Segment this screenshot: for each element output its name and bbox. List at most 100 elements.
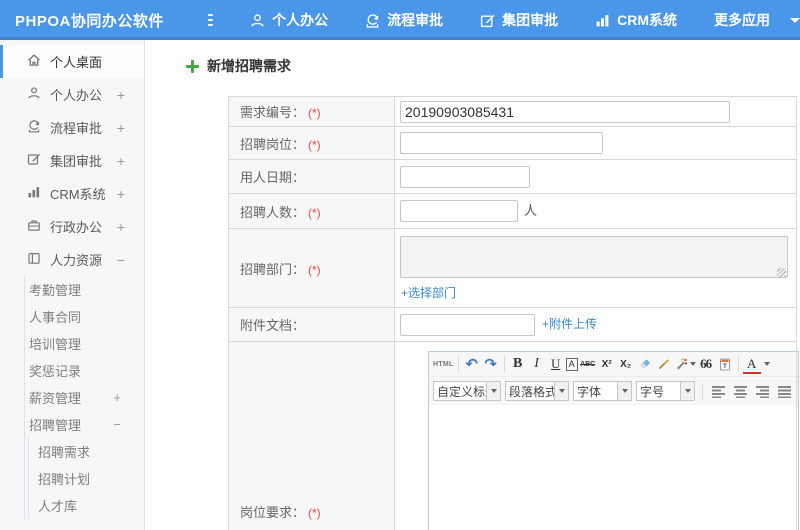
expand-minus[interactable]: − bbox=[117, 252, 125, 268]
html-source-button[interactable]: HTML bbox=[433, 355, 454, 374]
editor-toolbar-row2: 自定义标题 段落格式 字体 字号 bbox=[429, 377, 798, 405]
sidebar-item-recruit-mgmt[interactable]: 招聘管理 − bbox=[25, 411, 144, 438]
eraser-icon[interactable] bbox=[636, 355, 654, 374]
sidebar-item-hr-contract[interactable]: 人事合同 bbox=[25, 303, 144, 330]
blockquote-button[interactable]: 66 bbox=[697, 355, 715, 374]
highlight-pen-icon[interactable] bbox=[674, 355, 696, 374]
font-color-button[interactable]: A bbox=[742, 355, 761, 374]
subscript-button[interactable]: X₂ bbox=[617, 355, 635, 374]
attachment-upload-link[interactable]: +附件上传 bbox=[542, 317, 597, 331]
required-mark: (*) bbox=[308, 205, 321, 220]
nav-group-approval[interactable]: 集团审批 bbox=[480, 10, 558, 30]
expand-plus[interactable]: + bbox=[117, 219, 125, 235]
sidebar-item-human-resources[interactable]: 人力资源 − bbox=[0, 243, 144, 276]
field-label: 招聘人数： bbox=[240, 204, 306, 220]
caret-down-icon bbox=[554, 382, 568, 400]
caret-down-icon bbox=[486, 382, 500, 400]
sidebar-item-rewards[interactable]: 奖惩记录 bbox=[25, 357, 144, 384]
edit-icon bbox=[480, 13, 495, 28]
toolbar-divider bbox=[737, 356, 739, 372]
required-mark: (*) bbox=[308, 262, 321, 277]
caret-down-icon bbox=[689, 362, 696, 366]
align-center-icon[interactable] bbox=[732, 382, 750, 401]
field-label: 招聘部门： bbox=[240, 261, 306, 277]
field-label: 招聘岗位： bbox=[240, 136, 306, 152]
align-left-icon[interactable] bbox=[710, 382, 728, 401]
undo-icon[interactable]: ↶ bbox=[463, 355, 481, 374]
field-label: 用人日期： bbox=[240, 170, 306, 185]
history-icon bbox=[27, 119, 41, 136]
hr-submenu: 考勤管理 人事合同 培训管理 奖惩记录 薪资管理 + 招聘管理 − 招聘需求 招聘计… bbox=[24, 276, 144, 519]
sidebar-item-recruit-demand[interactable]: 招聘需求 bbox=[29, 438, 144, 465]
nav-workflow-approval[interactable]: 流程审批 bbox=[365, 10, 443, 30]
home-icon bbox=[27, 53, 41, 70]
headcount-input[interactable] bbox=[400, 200, 518, 223]
paragraph-format-select[interactable]: 段落格式 bbox=[505, 381, 569, 401]
sidebar-item-recruit-plan[interactable]: 招聘计划 bbox=[29, 465, 144, 492]
expand-plus[interactable]: + bbox=[117, 186, 125, 202]
expand-plus[interactable]: + bbox=[117, 153, 125, 169]
expand-plus[interactable]: + bbox=[117, 120, 125, 136]
history-icon bbox=[365, 13, 380, 28]
department-textarea-wrap bbox=[400, 236, 788, 281]
sidebar-item-salary[interactable]: 薪资管理 + bbox=[25, 384, 144, 411]
form-row-hire-date: 用人日期： bbox=[228, 159, 797, 194]
sidebar-item-admin-office[interactable]: 行政办公 + bbox=[0, 210, 144, 243]
required-mark: (*) bbox=[308, 506, 321, 520]
editor-toolbar-row1: HTML ↶ ↷ B I U A ABC X² X₂ 66 T A bbox=[429, 352, 798, 377]
main-content: 新增招聘需求 需求编号：(*) 招聘岗位：(*) 用人日期： 招聘人数：(*) … bbox=[146, 40, 800, 530]
sidebar-item-personal-office[interactable]: 个人办公 + bbox=[0, 78, 144, 111]
form-row-requirements: 岗位要求： (*) HTML ↶ ↷ B I U A ABC X² X₂ 66 … bbox=[228, 341, 799, 530]
strikethrough-button[interactable]: ABC bbox=[579, 355, 597, 374]
bold-button[interactable]: B bbox=[509, 355, 527, 374]
superscript-button[interactable]: X² bbox=[598, 355, 616, 374]
req-no-input[interactable] bbox=[400, 100, 730, 123]
sidebar-item-attendance[interactable]: 考勤管理 bbox=[25, 276, 144, 303]
form-row-position: 招聘岗位： (*) bbox=[228, 126, 797, 160]
sidebar-item-group-approval[interactable]: 集团审批 + bbox=[0, 144, 144, 177]
format-brush-icon[interactable] bbox=[655, 355, 673, 374]
select-department-link[interactable]: +选择部门 bbox=[401, 284, 796, 301]
expand-plus[interactable]: + bbox=[113, 390, 121, 405]
recruit-submenu: 招聘需求 招聘计划 人才库 bbox=[28, 438, 144, 519]
attachment-input[interactable] bbox=[400, 313, 535, 336]
nav-more-apps[interactable]: 更多应用 bbox=[714, 10, 800, 30]
nav-personal-office[interactable]: 个人办公 bbox=[250, 10, 328, 30]
bar-chart-icon bbox=[27, 185, 41, 202]
caret-down-icon bbox=[617, 382, 632, 400]
custom-title-select[interactable]: 自定义标题 bbox=[433, 381, 501, 401]
form-row-req-no: 需求编号： (*) bbox=[228, 96, 797, 127]
font-border-button[interactable]: A bbox=[565, 357, 578, 371]
expand-minus[interactable]: − bbox=[113, 417, 121, 432]
add-icon bbox=[186, 59, 199, 73]
rich-text-editor: HTML ↶ ↷ B I U A ABC X² X₂ 66 T A 自定义标 段… bbox=[428, 351, 799, 530]
align-right-icon[interactable] bbox=[754, 382, 772, 401]
sidebar-item-workflow-approval[interactable]: 流程审批 + bbox=[0, 111, 144, 144]
underline-button[interactable]: U bbox=[547, 355, 565, 374]
sidebar-item-crm-system[interactable]: CRM系统 + bbox=[0, 177, 144, 210]
caret-down-icon bbox=[763, 362, 770, 366]
position-input[interactable] bbox=[400, 132, 603, 154]
user-icon bbox=[27, 86, 41, 103]
sidebar-item-talent-pool[interactable]: 人才库 bbox=[29, 492, 144, 519]
recruitment-form: 需求编号：(*) 招聘岗位：(*) 用人日期： 招聘人数：(*) 人 招聘部门：… bbox=[228, 96, 799, 530]
italic-button[interactable]: I bbox=[528, 355, 546, 374]
expand-plus[interactable]: + bbox=[117, 87, 125, 103]
hire-date-input[interactable] bbox=[400, 165, 530, 188]
bar-chart-icon bbox=[595, 13, 610, 28]
form-row-attachment: 附件文档： +附件上传 bbox=[228, 307, 797, 342]
nav-crm-system[interactable]: CRM系统 bbox=[595, 10, 677, 30]
sidebar-item-training[interactable]: 培训管理 bbox=[25, 330, 144, 357]
toolbar-divider bbox=[457, 356, 459, 372]
menu-toggle-icon[interactable] bbox=[207, 14, 214, 26]
font-family-select[interactable]: 字体 bbox=[573, 381, 633, 401]
department-textarea[interactable] bbox=[400, 236, 788, 278]
font-size-select[interactable]: 字号 bbox=[636, 381, 696, 401]
sidebar-item-personal-desktop[interactable]: 个人桌面 bbox=[0, 45, 144, 78]
paste-icon[interactable]: T bbox=[716, 355, 734, 374]
redo-icon[interactable]: ↷ bbox=[482, 355, 500, 374]
briefcase-icon bbox=[27, 218, 41, 235]
caret-down-icon bbox=[790, 17, 800, 23]
align-justify-icon[interactable] bbox=[776, 382, 794, 401]
editor-content-area[interactable] bbox=[429, 405, 798, 530]
